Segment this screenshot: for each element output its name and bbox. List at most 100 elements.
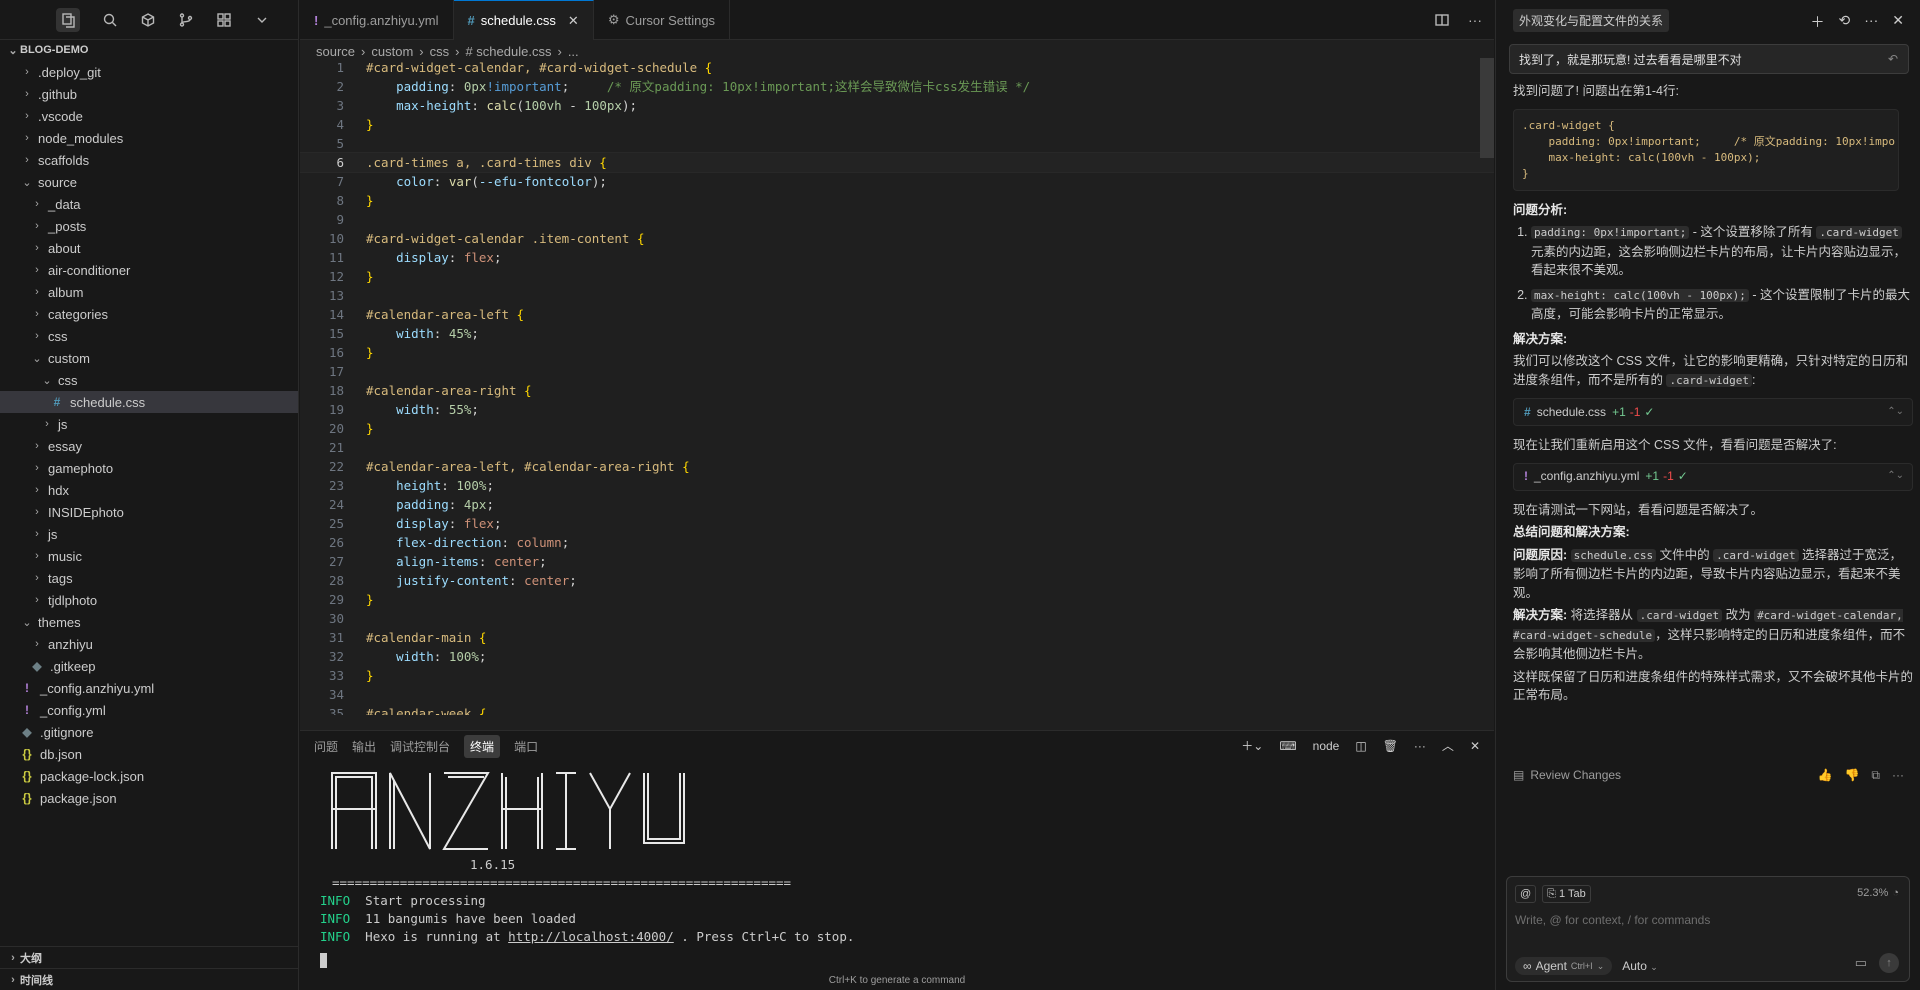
tree-folder[interactable]: › tags bbox=[0, 567, 298, 589]
chevron-down-icon[interactable] bbox=[254, 12, 270, 28]
expand-icon[interactable]: ⌃⌄ bbox=[1887, 403, 1904, 422]
review-changes-button[interactable]: ▤ Review Changes bbox=[1513, 768, 1621, 782]
panel-tab[interactable]: 输出 bbox=[352, 738, 376, 755]
terminal[interactable]: 1.6.15 =================================… bbox=[320, 761, 1480, 981]
tree-folder[interactable]: › .vscode bbox=[0, 105, 298, 127]
chat-input[interactable] bbox=[1515, 913, 1895, 927]
tree-folder[interactable]: › .github bbox=[0, 83, 298, 105]
panel-tab[interactable]: 终端 bbox=[464, 734, 501, 758]
copy-icon[interactable]: ⧉ bbox=[1871, 768, 1880, 783]
image-icon[interactable]: ▭ bbox=[1855, 955, 1867, 971]
chat-title-tab[interactable]: 外观变化与配置文件的关系 bbox=[1513, 8, 1670, 32]
more-actions-icon[interactable]: ··· bbox=[1892, 768, 1904, 783]
tree-folder[interactable]: › css bbox=[0, 325, 298, 347]
tree-folder[interactable]: › air-conditioner bbox=[0, 259, 298, 281]
more-actions-icon[interactable]: ··· bbox=[1414, 739, 1426, 753]
outline-section[interactable]: › 大纲 bbox=[0, 946, 298, 968]
breadcrumb-item[interactable]: custom bbox=[371, 44, 413, 59]
tree-folder[interactable]: › hdx bbox=[0, 479, 298, 501]
history-icon[interactable]: ⟲ bbox=[1839, 12, 1851, 32]
tree-folder[interactable]: › about bbox=[0, 237, 298, 259]
workspace-title[interactable]: ⌄ BLOG-DEMO bbox=[0, 39, 298, 61]
file-change-schedule-css[interactable]: # schedule.css +1 -1 ✓ ⌃⌄ bbox=[1513, 398, 1913, 426]
file-change-config-anzhiyu[interactable]: ! _config.anzhiyu.yml +1 -1 ✓ ⌃⌄ bbox=[1513, 462, 1913, 491]
tab-config-anzhiyu[interactable]: ! _config.anzhiyu.yml bbox=[300, 0, 454, 40]
thumbs-up-icon[interactable]: 👍 bbox=[1818, 768, 1833, 783]
terminal-shell-label[interactable]: node bbox=[1313, 739, 1340, 753]
extensions-grid-icon[interactable] bbox=[216, 12, 232, 28]
user-message[interactable]: 找到了，就是那玩意! 过去看看是哪里不对 ↶ bbox=[1509, 44, 1909, 74]
line-number: 22 bbox=[328, 459, 344, 474]
code-line: 31 #calendar-main { bbox=[300, 628, 1494, 647]
solution-paragraph: 我们可以修改这个 CSS 文件，让它的影响更精确，只针对特定的日历和进度条组件，… bbox=[1513, 354, 1909, 387]
breadcrumb-item[interactable]: # schedule.css bbox=[465, 44, 551, 59]
tree-folder[interactable]: ⌄ css bbox=[0, 369, 298, 391]
tree-folder[interactable]: ⌄ themes bbox=[0, 611, 298, 633]
tree-folder[interactable]: › _data bbox=[0, 193, 298, 215]
send-button[interactable]: ↑ bbox=[1879, 953, 1899, 973]
code-editor[interactable]: 1 #card-widget-calendar, #card-widget-sch… bbox=[300, 58, 1494, 715]
chevron-right-icon: › bbox=[557, 43, 562, 59]
tree-folder[interactable]: › .deploy_git bbox=[0, 61, 298, 83]
new-chat-icon[interactable]: ＋ bbox=[1811, 12, 1825, 32]
tree-folder[interactable]: › js bbox=[0, 523, 298, 545]
code-line: 15 width: 45%; bbox=[300, 324, 1494, 343]
close-panel-icon[interactable]: ✕ bbox=[1470, 739, 1480, 753]
tree-file[interactable]: ◆ .gitignore bbox=[0, 721, 298, 743]
close-icon[interactable]: ✕ bbox=[568, 13, 579, 29]
agent-mode-selector[interactable]: ∞ Agent Ctrl+I ⌄ bbox=[1515, 957, 1613, 975]
tree-folder[interactable]: › js bbox=[0, 413, 298, 435]
tree-file[interactable]: {} package-lock.json bbox=[0, 765, 298, 787]
breadcrumb-item[interactable]: source bbox=[316, 44, 355, 59]
more-actions-icon[interactable]: ··· bbox=[1468, 12, 1482, 28]
trash-icon[interactable]: 🗑 bbox=[1383, 739, 1398, 753]
tree-file[interactable]: {} db.json bbox=[0, 743, 298, 765]
tree-folder[interactable]: › _posts bbox=[0, 215, 298, 237]
list-item: max-height: calc(100vh - 100px); - 这个设置限… bbox=[1531, 286, 1913, 324]
tab-context-chip[interactable]: ⎘ 1 Tab bbox=[1542, 885, 1591, 903]
tree-folder[interactable]: › node_modules bbox=[0, 127, 298, 149]
extensions-box-icon[interactable] bbox=[140, 12, 156, 28]
undo-icon[interactable]: ↶ bbox=[1888, 52, 1898, 66]
tree-file[interactable]: # schedule.css bbox=[0, 391, 298, 413]
thumbs-down-icon[interactable]: 👎 bbox=[1844, 768, 1859, 783]
source-control-icon[interactable] bbox=[178, 12, 194, 28]
more-actions-icon[interactable]: ··· bbox=[1864, 12, 1878, 32]
tab-cursor-settings[interactable]: ⚙ Cursor Settings bbox=[594, 0, 731, 40]
new-terminal-icon[interactable]: ＋⌄ bbox=[1241, 737, 1263, 754]
tree-file[interactable]: ! _config.anzhiyu.yml bbox=[0, 677, 298, 699]
line-number: 24 bbox=[328, 497, 344, 512]
tree-folder[interactable]: › scaffolds bbox=[0, 149, 298, 171]
localhost-link[interactable]: http://localhost:4000/ bbox=[508, 929, 674, 944]
tree-folder[interactable]: ⌄ custom bbox=[0, 347, 298, 369]
tree-folder[interactable]: › essay bbox=[0, 435, 298, 457]
tab-schedule-css[interactable]: # schedule.css ✕ bbox=[453, 0, 594, 40]
tree-file[interactable]: {} package.json bbox=[0, 787, 298, 809]
scrollbar-thumb[interactable] bbox=[1480, 58, 1494, 158]
panel-tab[interactable]: 调试控制台 bbox=[390, 738, 450, 755]
tree-file[interactable]: ◆ .gitkeep bbox=[0, 655, 298, 677]
timeline-section[interactable]: › 时间线 bbox=[0, 968, 298, 990]
tree-folder[interactable]: › INSIDEphoto bbox=[0, 501, 298, 523]
search-icon[interactable] bbox=[102, 12, 118, 28]
model-selector[interactable]: Auto ⌄ bbox=[1622, 959, 1658, 973]
close-icon[interactable]: ✕ bbox=[1892, 12, 1904, 32]
breadcrumb-item[interactable]: css bbox=[430, 44, 450, 59]
maximize-panel-icon[interactable]: ︿ bbox=[1442, 737, 1454, 754]
tree-folder[interactable]: ⌄ source bbox=[0, 171, 298, 193]
split-editor-icon[interactable] bbox=[1434, 12, 1450, 28]
tree-folder[interactable]: › music bbox=[0, 545, 298, 567]
tree-folder[interactable]: › anzhiyu bbox=[0, 633, 298, 655]
tree-folder[interactable]: › tjdlphoto bbox=[0, 589, 298, 611]
add-context-button[interactable]: @ bbox=[1515, 885, 1537, 903]
split-terminal-icon[interactable]: ◫ bbox=[1355, 739, 1366, 753]
tree-folder[interactable]: › categories bbox=[0, 303, 298, 325]
breadcrumb-item[interactable]: ... bbox=[568, 44, 579, 59]
explorer-view-icon[interactable] bbox=[56, 7, 80, 32]
panel-tab[interactable]: 端口 bbox=[514, 738, 538, 755]
expand-icon[interactable]: ⌃⌄ bbox=[1887, 467, 1904, 486]
tree-folder[interactable]: › gamephoto bbox=[0, 457, 298, 479]
panel-tab[interactable]: 问题 bbox=[314, 738, 338, 755]
tree-file[interactable]: ! _config.yml bbox=[0, 699, 298, 721]
tree-folder[interactable]: › album bbox=[0, 281, 298, 303]
